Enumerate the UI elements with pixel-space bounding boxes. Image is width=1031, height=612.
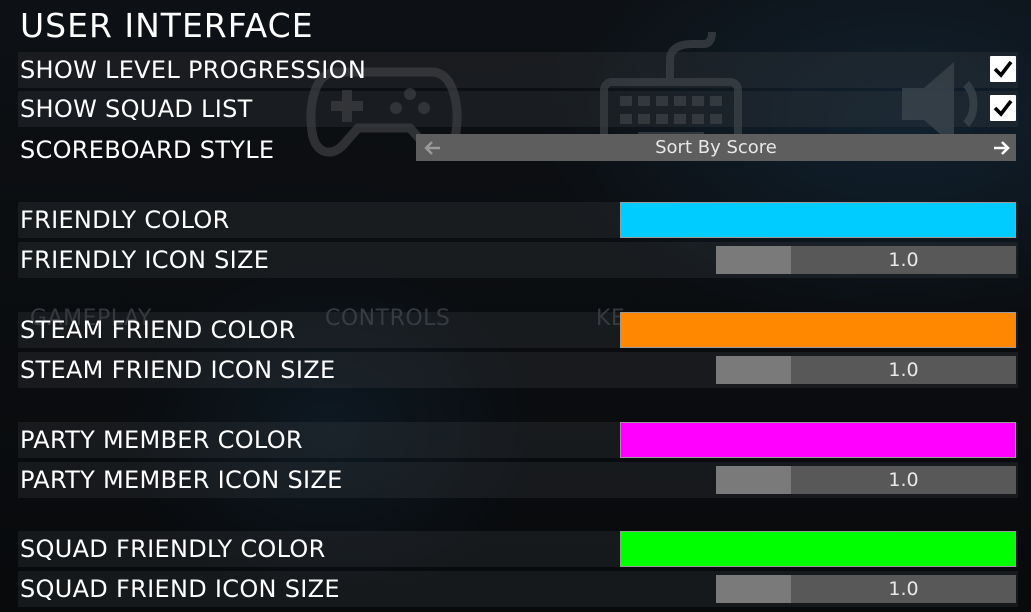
slider-value: 1.0: [888, 469, 919, 491]
setting-row-friendly-icon-size[interactable]: FRIENDLY ICON SIZE 1.0: [18, 242, 1018, 278]
checkmark-icon: [993, 99, 1013, 117]
slider-fill: [716, 575, 791, 603]
setting-label: SHOW SQUAD LIST: [20, 95, 253, 123]
steam-friend-icon-size-slider[interactable]: 1.0: [716, 356, 1016, 384]
scoreboard-style-selector[interactable]: Sort By Score: [416, 134, 1016, 161]
setting-row-scoreboard-style[interactable]: SCOREBOARD STYLE Sort By Score: [18, 132, 1018, 168]
setting-row-steam-friend-color[interactable]: STEAM FRIEND COLOR: [18, 312, 1018, 348]
steam-friend-color-swatch[interactable]: [620, 312, 1016, 348]
setting-label: PARTY MEMBER ICON SIZE: [20, 466, 343, 494]
setting-row-squad-friendly-color[interactable]: SQUAD FRIENDLY COLOR: [18, 531, 1018, 567]
setting-row-squad-friend-icon-size[interactable]: SQUAD FRIEND ICON SIZE 1.0: [18, 571, 1018, 607]
setting-row-friendly-color[interactable]: FRIENDLY COLOR: [18, 202, 1018, 238]
page-title: USER INTERFACE: [20, 6, 314, 45]
slider-value: 1.0: [888, 249, 919, 271]
checkmark-icon: [993, 60, 1013, 78]
party-member-icon-size-slider[interactable]: 1.0: [716, 466, 1016, 494]
friendly-icon-size-slider[interactable]: 1.0: [716, 246, 1016, 274]
setting-label: SHOW LEVEL PROGRESSION: [20, 56, 367, 84]
slider-value: 1.0: [888, 578, 919, 600]
setting-row-party-member-icon-size[interactable]: PARTY MEMBER ICON SIZE 1.0: [18, 462, 1018, 498]
setting-row-show-squad-list[interactable]: SHOW SQUAD LIST: [18, 91, 1018, 127]
setting-label: FRIENDLY COLOR: [20, 206, 230, 234]
squad-friendly-color-swatch[interactable]: [620, 531, 1016, 567]
setting-row-party-member-color[interactable]: PARTY MEMBER COLOR: [18, 422, 1018, 458]
setting-label: PARTY MEMBER COLOR: [20, 426, 303, 454]
setting-label: SQUAD FRIEND ICON SIZE: [20, 575, 340, 603]
slider-fill: [716, 466, 791, 494]
arrow-right-icon[interactable]: [992, 139, 1012, 157]
show-level-progression-checkbox[interactable]: [990, 56, 1016, 82]
slider-fill: [716, 246, 791, 274]
setting-label: SQUAD FRIENDLY COLOR: [20, 535, 326, 563]
squad-friend-icon-size-slider[interactable]: 1.0: [716, 575, 1016, 603]
setting-label: FRIENDLY ICON SIZE: [20, 246, 270, 274]
slider-value: 1.0: [888, 359, 919, 381]
slider-fill: [716, 356, 791, 384]
friendly-color-swatch[interactable]: [620, 202, 1016, 238]
setting-label: SCOREBOARD STYLE: [20, 136, 275, 164]
setting-row-show-level-progression[interactable]: SHOW LEVEL PROGRESSION: [18, 52, 1018, 88]
party-member-color-swatch[interactable]: [620, 422, 1016, 458]
setting-label: STEAM FRIEND COLOR: [20, 316, 296, 344]
setting-row-steam-friend-icon-size[interactable]: STEAM FRIEND ICON SIZE 1.0: [18, 352, 1018, 388]
scoreboard-style-value: Sort By Score: [655, 137, 777, 158]
setting-label: STEAM FRIEND ICON SIZE: [20, 356, 336, 384]
show-squad-list-checkbox[interactable]: [990, 95, 1016, 121]
